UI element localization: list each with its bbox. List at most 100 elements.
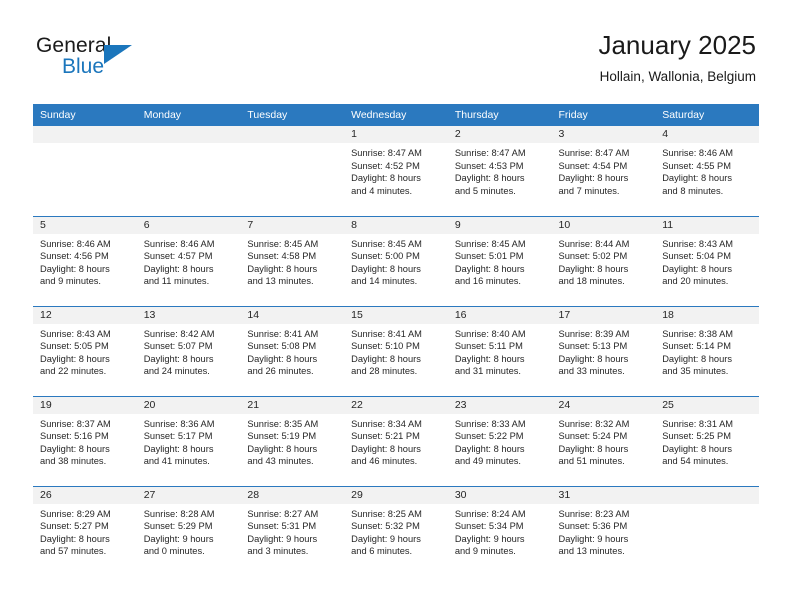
- sunset-text: Sunset: 5:21 PM: [351, 431, 420, 442]
- calendar-day-cell[interactable]: 18 Sunrise: 8:38 AM Sunset: 5:14 PM Dayligh…: [655, 305, 759, 396]
- daylight-text: and 11 minutes.: [143, 276, 210, 287]
- sunrise-text: Sunrise: 8:29 AM: [40, 508, 111, 519]
- sunset-text: Sunset: 5:27 PM: [40, 521, 109, 532]
- day-details: Sunrise: 8:45 AM Sunset: 4:58 PM Daylight:…: [240, 234, 344, 288]
- day-details: Sunrise: 8:24 AM Sunset: 5:34 PM Daylight:…: [448, 504, 552, 558]
- day-details: Sunrise: 8:39 AM Sunset: 5:13 PM Daylight:…: [552, 324, 656, 378]
- calendar-body: 1 Sunrise: 8:47 AM Sunset: 4:52 PM Daylight…: [33, 126, 759, 576]
- sunrise-text: Sunrise: 8:45 AM: [351, 238, 422, 249]
- calendar-day-cell[interactable]: 31 Sunrise: 8:23 AM Sunset: 5:36 PM Dayligh…: [551, 485, 656, 576]
- daylight-text: Daylight: 8 hours: [351, 263, 421, 274]
- daylight-text: and 9 minutes.: [40, 276, 101, 287]
- weekday-header-saturday: Saturday: [655, 104, 759, 126]
- sunset-text: Sunset: 4:52 PM: [351, 160, 420, 171]
- page-title: January 2025: [598, 30, 756, 60]
- day-details: Sunrise: 8:23 AM Sunset: 5:36 PM Daylight:…: [552, 504, 656, 558]
- title-block: January 2025 Hollain, Wallonia, Belgium: [598, 28, 756, 88]
- sunrise-text: Sunrise: 8:42 AM: [143, 328, 215, 339]
- calendar-day-cell[interactable]: 8 Sunrise: 8:45 AM Sunset: 5:00 PM Daylight…: [344, 215, 448, 306]
- sunrise-text: Sunrise: 8:41 AM: [351, 328, 422, 339]
- brand-name-top: General: [36, 34, 112, 57]
- daylight-text: Daylight: 8 hours: [558, 263, 629, 274]
- daylight-text: and 54 minutes.: [662, 456, 729, 467]
- calendar-day-cell[interactable]: 16 Sunrise: 8:40 AM Sunset: 5:11 PM Dayligh…: [447, 305, 552, 396]
- daylight-text: and 31 minutes.: [454, 366, 521, 377]
- daylight-text: and 26 minutes.: [247, 366, 314, 377]
- calendar-day-cell[interactable]: 22 Sunrise: 8:34 AM Sunset: 5:21 PM Dayligh…: [344, 395, 448, 486]
- calendar-day-cell[interactable]: 5 Sunrise: 8:46 AM Sunset: 4:56 PM Daylight…: [33, 215, 137, 306]
- calendar-day-cell[interactable]: 3 Sunrise: 8:47 AM Sunset: 4:54 PM Daylight…: [551, 126, 656, 216]
- daylight-text: Daylight: 8 hours: [247, 353, 318, 364]
- triangle-logo-icon: [104, 45, 132, 64]
- day-details: Sunrise: 8:44 AM Sunset: 5:02 PM Daylight:…: [552, 234, 656, 288]
- calendar-day-cell[interactable]: 7 Sunrise: 8:45 AM Sunset: 4:58 PM Daylight…: [240, 215, 345, 306]
- calendar-day-cell[interactable]: 30 Sunrise: 8:24 AM Sunset: 5:34 PM Dayligh…: [447, 485, 552, 576]
- daylight-text: Daylight: 9 hours: [143, 533, 214, 544]
- page-subtitle: Hollain, Wallonia, Belgium: [599, 69, 756, 84]
- daylight-text: and 35 minutes.: [662, 366, 729, 377]
- calendar-day-cell[interactable]: 2 Sunrise: 8:47 AM Sunset: 4:53 PM Daylight…: [447, 126, 552, 216]
- calendar-day-cell[interactable]: 29 Sunrise: 8:25 AM Sunset: 5:32 PM Dayligh…: [344, 485, 448, 576]
- day-number: 13: [136, 306, 241, 324]
- sunset-text: Sunset: 4:57 PM: [143, 251, 213, 262]
- calendar-day-cell[interactable]: 24 Sunrise: 8:32 AM Sunset: 5:24 PM Dayligh…: [551, 395, 656, 486]
- daylight-text: and 7 minutes.: [558, 185, 620, 196]
- daylight-text: and 8 minutes.: [662, 185, 724, 196]
- day-details: Sunrise: 8:41 AM Sunset: 5:10 PM Daylight:…: [344, 324, 448, 378]
- calendar-day-cell[interactable]: 6 Sunrise: 8:46 AM Sunset: 4:57 PM Daylight…: [136, 215, 241, 306]
- brand-logo[interactable]: General Blue: [36, 34, 176, 88]
- daylight-text: Daylight: 8 hours: [662, 263, 732, 274]
- sunset-text: Sunset: 5:32 PM: [351, 521, 420, 532]
- calendar-day-cell[interactable]: 17 Sunrise: 8:39 AM Sunset: 5:13 PM Dayligh…: [551, 305, 656, 396]
- calendar-day-cell[interactable]: 11 Sunrise: 8:43 AM Sunset: 5:04 PM Dayligh…: [655, 215, 759, 306]
- sunset-text: Sunset: 5:10 PM: [351, 341, 420, 352]
- sunset-text: Sunset: 5:05 PM: [40, 341, 109, 352]
- daylight-text: Daylight: 8 hours: [454, 263, 525, 274]
- calendar-day-cell[interactable]: 14 Sunrise: 8:41 AM Sunset: 5:08 PM Dayligh…: [240, 305, 345, 396]
- calendar-day-cell[interactable]: 15 Sunrise: 8:41 AM Sunset: 5:10 PM Dayligh…: [344, 305, 448, 396]
- calendar-day-cell[interactable]: 23 Sunrise: 8:33 AM Sunset: 5:22 PM Dayligh…: [447, 395, 552, 486]
- day-number: 28: [240, 486, 345, 504]
- day-number: 8: [344, 216, 448, 234]
- calendar-day-cell[interactable]: 1 Sunrise: 8:47 AM Sunset: 4:52 PM Daylight…: [344, 126, 448, 216]
- weekday-header-sunday: Sunday: [33, 104, 137, 126]
- calendar-day-cell[interactable]: 28 Sunrise: 8:27 AM Sunset: 5:31 PM Dayligh…: [240, 485, 345, 576]
- sunset-text: Sunset: 5:00 PM: [351, 251, 420, 262]
- day-number: 22: [344, 396, 448, 414]
- day-number: [33, 126, 137, 143]
- calendar-day-cell[interactable]: 12 Sunrise: 8:43 AM Sunset: 5:05 PM Dayligh…: [33, 305, 137, 396]
- calendar-week-row: 1 Sunrise: 8:47 AM Sunset: 4:52 PM Daylight…: [33, 126, 759, 216]
- day-details: Sunrise: 8:31 AM Sunset: 5:25 PM Daylight:…: [655, 414, 759, 468]
- day-number: 17: [551, 306, 656, 324]
- day-details: Sunrise: 8:29 AM Sunset: 5:27 PM Daylight:…: [33, 504, 137, 558]
- sunset-text: Sunset: 5:24 PM: [558, 431, 628, 442]
- day-number: 12: [33, 306, 137, 324]
- daylight-text: and 51 minutes.: [558, 456, 625, 467]
- calendar-day-cell[interactable]: 13 Sunrise: 8:42 AM Sunset: 5:07 PM Dayligh…: [136, 305, 241, 396]
- day-number: [136, 126, 241, 143]
- sunrise-text: Sunrise: 8:43 AM: [40, 328, 111, 339]
- calendar-day-cell[interactable]: 27 Sunrise: 8:28 AM Sunset: 5:29 PM Dayligh…: [136, 485, 241, 576]
- sunset-text: Sunset: 5:19 PM: [247, 431, 317, 442]
- calendar-day-cell[interactable]: 10 Sunrise: 8:44 AM Sunset: 5:02 PM Dayligh…: [551, 215, 656, 306]
- calendar-day-cell[interactable]: 21 Sunrise: 8:35 AM Sunset: 5:19 PM Dayligh…: [240, 395, 345, 486]
- day-number: 21: [240, 396, 345, 414]
- sunrise-text: Sunrise: 8:45 AM: [247, 238, 319, 249]
- calendar-day-cell[interactable]: 19 Sunrise: 8:37 AM Sunset: 5:16 PM Dayligh…: [33, 395, 137, 486]
- daylight-text: Daylight: 8 hours: [40, 443, 110, 454]
- sunrise-text: Sunrise: 8:47 AM: [558, 148, 630, 158]
- weekday-header-row: Sunday Monday Tuesday Wednesday Thursday…: [33, 104, 759, 126]
- calendar-day-cell[interactable]: 25 Sunrise: 8:31 AM Sunset: 5:25 PM Dayligh…: [655, 395, 759, 486]
- day-number: 7: [240, 216, 345, 234]
- day-number: 4: [655, 126, 759, 143]
- sunrise-text: Sunrise: 8:46 AM: [662, 148, 734, 158]
- calendar-day-cell[interactable]: 20 Sunrise: 8:36 AM Sunset: 5:17 PM Dayligh…: [136, 395, 241, 486]
- sunset-text: Sunset: 4:54 PM: [558, 160, 628, 171]
- calendar-day-cell[interactable]: 4 Sunrise: 8:46 AM Sunset: 4:55 PM Daylight…: [655, 126, 759, 216]
- day-details: Sunrise: 8:47 AM Sunset: 4:53 PM Daylight:…: [448, 143, 552, 197]
- calendar-day-cell[interactable]: 9 Sunrise: 8:45 AM Sunset: 5:01 PM Daylight…: [447, 215, 552, 306]
- calendar-day-cell: [33, 126, 137, 216]
- calendar-day-cell[interactable]: 26 Sunrise: 8:29 AM Sunset: 5:27 PM Dayligh…: [33, 485, 137, 576]
- daylight-text: Daylight: 8 hours: [143, 353, 214, 364]
- sunrise-text: Sunrise: 8:37 AM: [40, 418, 111, 429]
